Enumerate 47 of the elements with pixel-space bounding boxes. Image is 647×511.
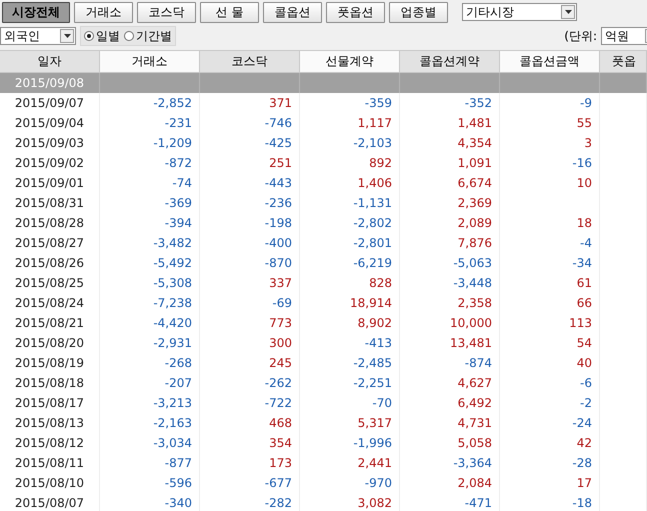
market-tab[interactable]: 시장전체 bbox=[2, 2, 70, 22]
table-row[interactable]: 2015/09/01 -74 -443 1,406 6,674 10 bbox=[0, 173, 647, 193]
column-header: 코스닥 bbox=[200, 51, 300, 72]
column-header: 풋옵 bbox=[600, 51, 647, 72]
table-row[interactable]: 2015/08/20 -2,931 300 -413 13,481 54 bbox=[0, 333, 647, 353]
table-row[interactable]: 2015/08/17 -3,213 -722 -70 6,492 -2 bbox=[0, 393, 647, 413]
column-header: 콜옵션계약 bbox=[400, 51, 500, 72]
table-cell: -282 bbox=[200, 493, 300, 511]
column-header: 선물계약 bbox=[300, 51, 400, 72]
table-row[interactable]: 2015/08/13 -2,163 468 5,317 4,731 -24 bbox=[0, 413, 647, 433]
table-row[interactable]: 2015/08/27 -3,482 -400 -2,801 7,876 -4 bbox=[0, 233, 647, 253]
table-cell: -18 bbox=[500, 493, 600, 511]
table-cell: -471 bbox=[400, 493, 500, 511]
table-cell: -340 bbox=[100, 493, 200, 511]
market-tab[interactable]: 선 물 bbox=[200, 2, 259, 22]
table-row[interactable]: 2015/08/25 -5,308 337 828 -3,448 61 bbox=[0, 273, 647, 293]
table-row[interactable]: 2015/09/07 -2,852 371 -359 -352 -9 bbox=[0, 93, 647, 113]
table-row[interactable]: 2015/08/31 -369 -236 -1,131 2,369 bbox=[0, 193, 647, 213]
table-row[interactable]: 2015/08/18 -207 -262 -2,251 4,627 -6 bbox=[0, 373, 647, 393]
period-radio[interactable]: 일별 bbox=[84, 28, 120, 44]
column-header: 일자 bbox=[0, 51, 100, 72]
market-tab[interactable]: 코스닥 bbox=[137, 2, 196, 22]
table-row[interactable]: 2015/08/28 -394 -198 -2,802 2,089 18 bbox=[0, 213, 647, 233]
period-radio[interactable]: 기간별 bbox=[124, 28, 172, 44]
table-row[interactable]: 2015/08/11 -877 173 2,441 -3,364 -28 bbox=[0, 453, 647, 473]
market-tab[interactable]: 콜옵션 bbox=[263, 2, 322, 22]
market-tab[interactable]: 풋옵션 bbox=[326, 2, 385, 22]
market-tab[interactable]: 거래소 bbox=[74, 2, 133, 22]
table-row[interactable]: 2015/08/21 -4,420 773 8,902 10,000 113 bbox=[0, 313, 647, 333]
table-row[interactable]: 2015/08/26 -5,492 -870 -6,219 -5,063 -34 bbox=[0, 253, 647, 273]
unit-dropdown[interactable]: 억원 bbox=[601, 27, 647, 45]
unit-label: (단위: bbox=[564, 28, 597, 44]
investor-dropdown[interactable]: 외국인 bbox=[0, 27, 76, 45]
table-row[interactable]: 2015/08/24 -7,238 -69 18,914 2,358 66 bbox=[0, 293, 647, 313]
market-tab[interactable]: 업종별 bbox=[389, 2, 448, 22]
market-dropdown[interactable]: 기타시장 bbox=[462, 3, 577, 21]
column-header: 콜옵션금액 bbox=[500, 51, 600, 72]
table-row[interactable]: 2015/09/02 -872 251 892 1,091 -16 bbox=[0, 153, 647, 173]
table-row[interactable]: 2015/08/07 -340 -282 3,082 -471 -18 bbox=[0, 493, 647, 511]
table-row[interactable]: 2015/08/12 -3,034 354 -1,996 5,058 42 bbox=[0, 433, 647, 453]
column-header: 거래소 bbox=[100, 51, 200, 72]
table-cell: 3,082 bbox=[300, 493, 400, 511]
date-cell: 2015/08/07 bbox=[0, 493, 100, 511]
table-row[interactable]: 2015/09/03 -1,209 -425 -2,103 4,354 3 bbox=[0, 133, 647, 153]
table-row[interactable]: 2015/08/19 -268 245 -2,485 -874 40 bbox=[0, 353, 647, 373]
table-row[interactable]: 2015/08/10 -596 -677 -970 2,084 17 bbox=[0, 473, 647, 493]
table-row[interactable]: 2015/09/04 -231 -746 1,117 1,481 55 bbox=[0, 113, 647, 133]
